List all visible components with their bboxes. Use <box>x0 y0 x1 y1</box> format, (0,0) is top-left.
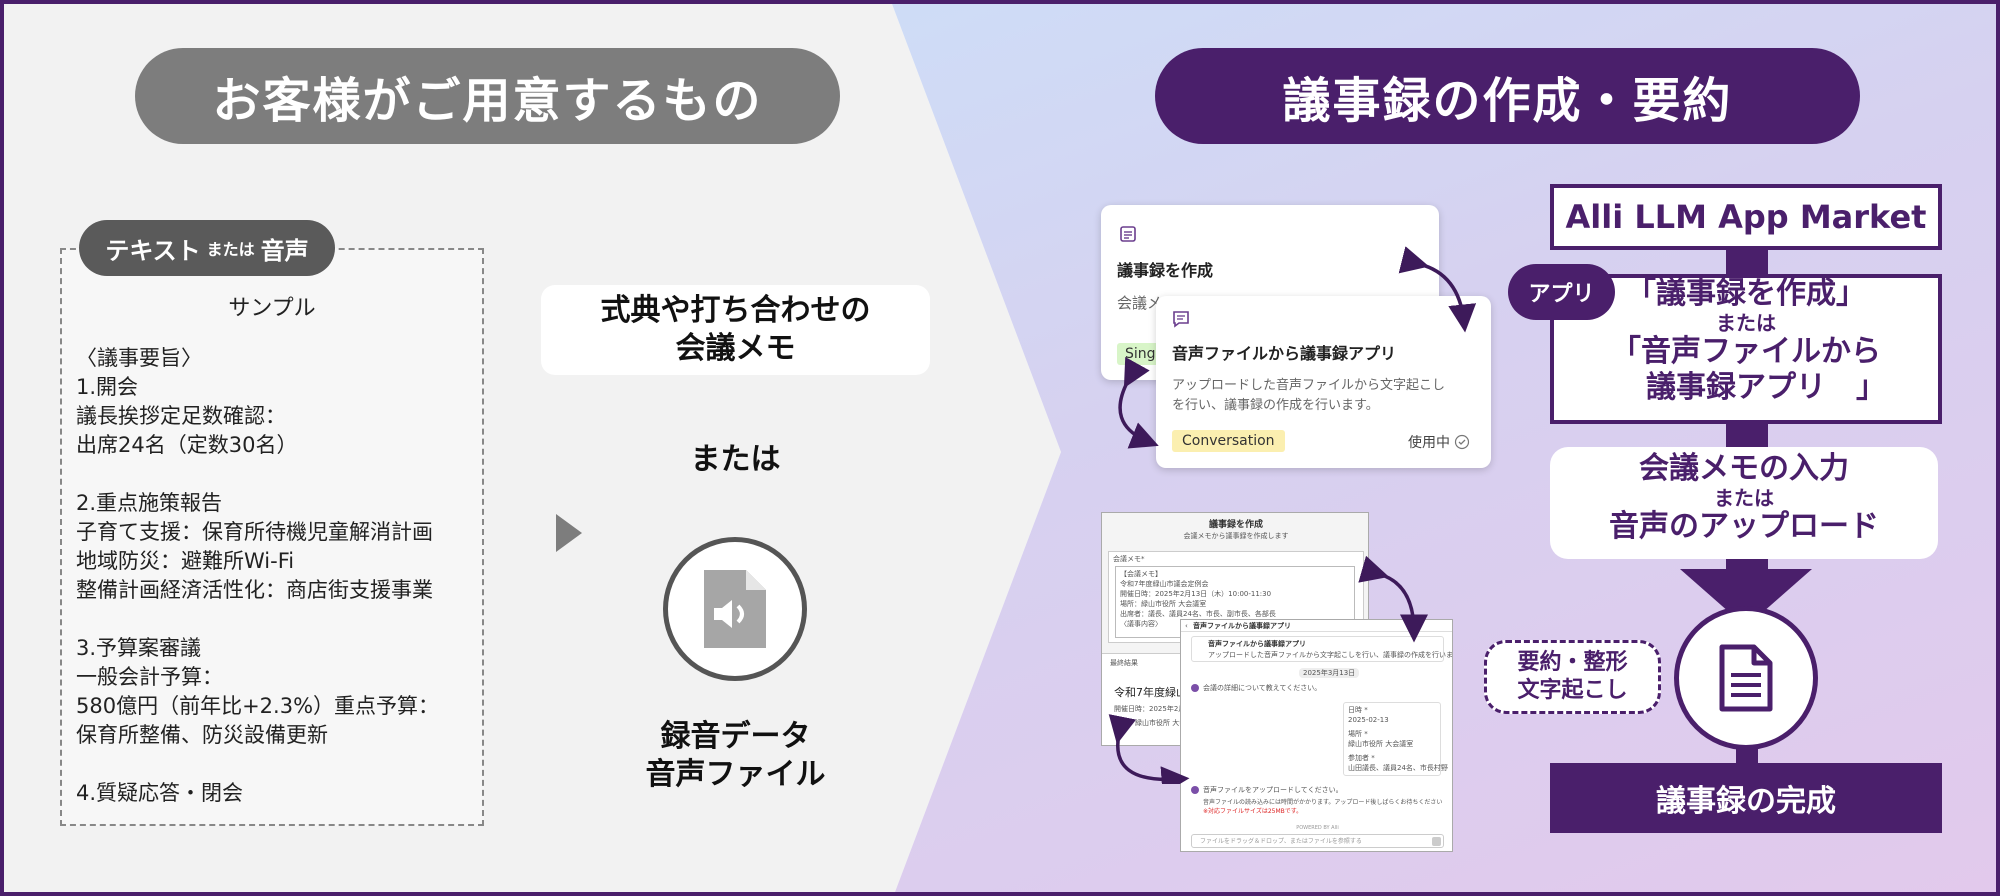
sample-line: 2.重点施策報告 <box>76 491 223 515</box>
document-icon-svg <box>1719 644 1773 712</box>
left-header: お客様がご用意するもの <box>135 48 840 144</box>
sample-line: 地域防災：避難所Wi-Fi <box>76 549 295 573</box>
input-line2: 音声のアップロード <box>1609 509 1879 544</box>
audio-label: 録音データ 音声ファイル <box>541 718 930 794</box>
sample-tag-text: テキスト <box>105 236 201 265</box>
app-tag: アプリ <box>1508 264 1615 320</box>
app-line3: 議事録アプリ 」 <box>1646 370 1886 405</box>
summary-box: 要約・整形 文字起こし <box>1484 640 1661 714</box>
sample-line: 議長挨拶定足数確認： <box>76 404 286 428</box>
memo-line2: 会議メモ <box>675 331 796 366</box>
sample-line: 1.開会 <box>76 375 139 399</box>
sample-line: 子育て支援：保育所待機児童解消計画 <box>76 520 433 544</box>
audio-line2: 音声ファイル <box>645 757 826 792</box>
sample-title: サンプル <box>228 296 316 321</box>
input-or: または <box>1714 486 1774 510</box>
sample-line: 出席24名（定数30名） <box>76 433 298 457</box>
app-line2: 「音声ファイルから <box>1611 334 1881 369</box>
shot2-bot-msg4: ※対応ファイルサイズは25MBです。 <box>1203 808 1303 815</box>
sample-line <box>76 460 476 489</box>
sample-line <box>76 605 476 634</box>
audio-file-icon <box>663 537 807 681</box>
shot2-input-placeholder: ファイルをドラッグ＆ドロップ、またはファイルを参照する <box>1200 838 1362 845</box>
note-icon <box>1120 226 1136 242</box>
connector-stem-top <box>1726 250 1768 276</box>
input-box: 会議メモの入力 または 音声のアップロード <box>1550 447 1938 559</box>
sample-line: 一般会計予算： <box>76 665 223 689</box>
bot-avatar-icon <box>1191 786 1199 794</box>
memo-line1: 式典や打ち合わせの <box>600 293 871 328</box>
document-icon <box>1674 606 1818 750</box>
sample-tag-audio: 音声 <box>260 236 309 265</box>
summary-line1: 要約・整形 <box>1517 650 1628 675</box>
app-market-box: Alli LLM App Market <box>1550 184 1942 250</box>
flow-arrows <box>1108 246 1477 784</box>
slide-frame: お客様がご用意するもの 議事録の作成・要約 テキスト または 音声 サンプル 〈… <box>0 0 2000 896</box>
sample-line: 4.質疑応答・閉会 <box>76 781 244 805</box>
right-header: 議事録の作成・要約 <box>1155 48 1860 144</box>
input-line1: 会議メモの入力 <box>1639 451 1849 486</box>
sample-tag-or: または <box>206 240 255 259</box>
shot2-bot-msg2: 音声ファイルをアップロードしてください。 <box>1203 786 1343 794</box>
sample-line: 〈議事要旨〉 <box>76 346 202 370</box>
play-arrow-icon <box>556 514 582 552</box>
sample-line: 580億円（前年比+2.3%）重点予算： <box>76 694 440 718</box>
minutes-complete-box: 議事録の完成 <box>1550 763 1942 833</box>
sample-tag: テキスト または 音声 <box>79 220 335 276</box>
sample-line: 3.予算案審議 <box>76 636 202 660</box>
or-text: または <box>690 442 781 477</box>
app-or: または <box>1716 311 1776 335</box>
shot2-upload-input[interactable]: ファイルをドラッグ＆ドロップ、またはファイルを参照する <box>1191 834 1444 848</box>
meeting-memo-card: 式典や打ち合わせの 会議メモ <box>541 285 930 375</box>
sample-line: 整備計画経済活性化：商店街支援事業 <box>76 578 433 602</box>
sample-line <box>76 750 476 779</box>
summary-line2: 文字起こし <box>1517 678 1628 703</box>
send-icon[interactable] <box>1432 837 1441 846</box>
audio-file-icon-svg <box>704 570 766 648</box>
shot2-powered: POWERED BY Alli <box>1296 825 1339 831</box>
audio-line1: 録音データ <box>660 719 811 754</box>
sample-lines: 〈議事要旨〉 1.開会 議長挨拶定足数確認： 出席24名（定数30名） 2.重点… <box>76 344 476 808</box>
sample-line: 保育所整備、防災設備更新 <box>76 723 328 747</box>
